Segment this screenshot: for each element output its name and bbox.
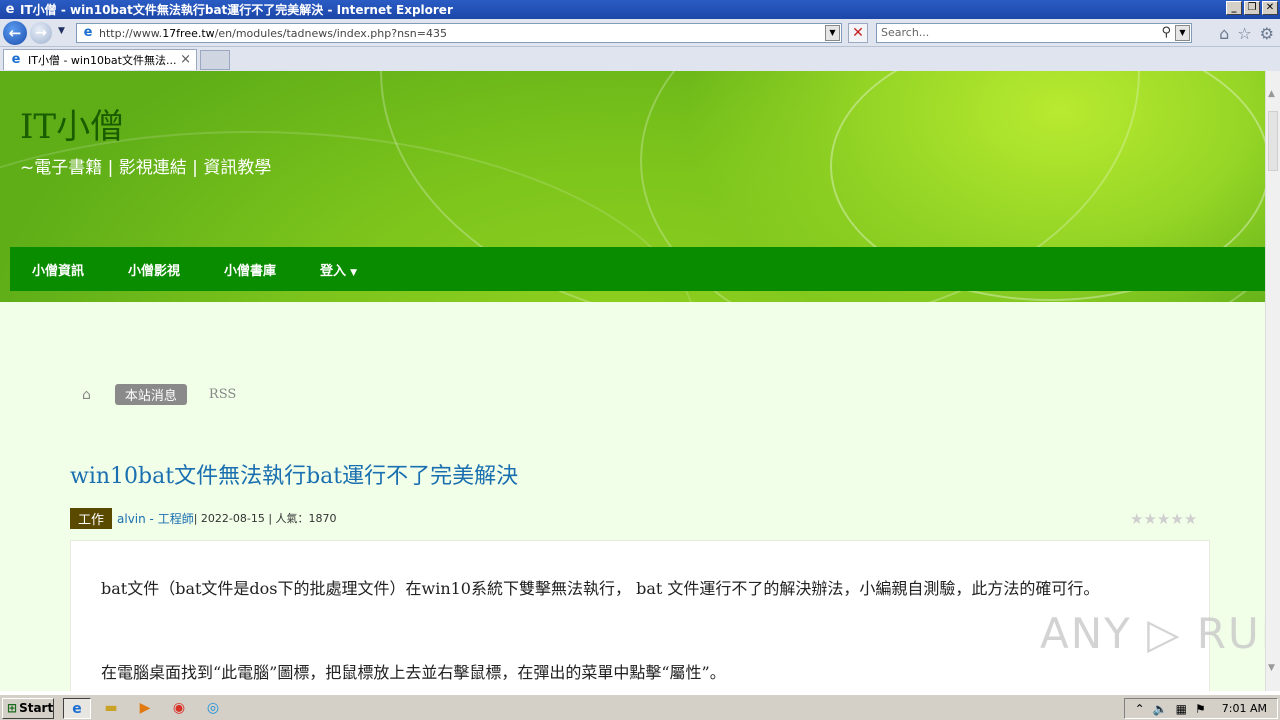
home-icon[interactable]: ⌂: [1219, 24, 1229, 43]
article-info: | 2022-08-15 | 人氣：1870: [193, 512, 337, 525]
page-icon: e: [83, 25, 93, 40]
scrollbar-thumb[interactable]: [1268, 111, 1278, 171]
site-header: IT小僧 ~電子書籍 | 影視連結 | 資訊教學 小僧資訊 小僧影視 小僧書庫 …: [0, 71, 1265, 302]
caret-down-icon: ▼: [350, 267, 357, 278]
author-link[interactable]: alvin - 工程師: [117, 510, 194, 527]
window-controls: _ ❐ ✕: [1226, 1, 1278, 15]
history-dropdown-icon[interactable]: ▼: [58, 26, 65, 36]
web-page: IT小僧 ~電子書籍 | 影視連結 | 資訊教學 小僧資訊 小僧影視 小僧書庫 …: [0, 71, 1265, 691]
chrome-icon: ◉: [172, 700, 186, 716]
site-subtitle: ~電子書籍 | 影視連結 | 資訊教學: [20, 158, 272, 178]
new-tab-button[interactable]: [200, 50, 230, 70]
address-bar[interactable]: e http://www.17free.tw/en/modules/tadnew…: [76, 23, 842, 43]
ie-logo-icon: e: [5, 1, 15, 17]
close-icon: ✕: [852, 25, 864, 41]
restore-button[interactable]: ❐: [1244, 1, 1260, 15]
star-icon[interactable]: ★: [1170, 510, 1183, 528]
taskbar-media-player[interactable]: ▶: [131, 698, 159, 719]
taskbar-edge[interactable]: ◎: [199, 698, 227, 719]
tab-close-icon[interactable]: ×: [180, 52, 191, 67]
network-icon[interactable]: ▦: [1176, 702, 1187, 716]
home-icon[interactable]: ⌂: [82, 387, 91, 403]
article-meta: 工作 alvin - 工程師 | 2022-08-15 | 人氣：1870: [70, 507, 337, 529]
taskbar-apps: e ▬ ▶ ◉ ◎: [63, 698, 227, 719]
media-player-icon: ▶: [139, 700, 151, 716]
site-title[interactable]: IT小僧: [20, 99, 124, 148]
forward-button[interactable]: →: [30, 22, 52, 44]
nav-item-library[interactable]: 小僧書庫: [202, 260, 298, 279]
ie-logo-icon: e: [72, 701, 82, 717]
taskbar-explorer[interactable]: ▬: [97, 698, 125, 719]
scroll-down-icon[interactable]: ▼: [1268, 663, 1275, 673]
system-tray: ⌃ 🔈 ▦ ⚑ 7:01 AM: [1123, 698, 1278, 719]
search-placeholder: Search...: [881, 26, 930, 39]
clock[interactable]: 7:01 AM: [1222, 702, 1267, 715]
windows-logo-icon: ⊞: [7, 701, 18, 715]
scroll-up-icon[interactable]: ▲: [1268, 89, 1275, 99]
tab-current[interactable]: e IT小僧 - win10bat文件無法... ×: [3, 49, 197, 70]
taskbar-chrome[interactable]: ◉: [165, 698, 193, 719]
rating-stars[interactable]: ★★★★★: [1130, 510, 1197, 528]
volume-icon[interactable]: 🔈: [1153, 702, 1168, 716]
taskbar: ⊞ Start e ▬ ▶ ◉ ◎ ⌃ 🔈 ▦ ⚑ 7:01 AM: [0, 694, 1280, 720]
tray-expand-icon[interactable]: ⌃: [1135, 702, 1145, 716]
breadcrumb-rss[interactable]: RSS: [209, 387, 236, 402]
article-paragraph: 在電腦桌面找到“此電腦”圖標，把鼠標放上去並右擊鼠標，在彈出的菜單中點擊“屬性”…: [101, 663, 726, 682]
star-icon[interactable]: ★: [1130, 510, 1143, 528]
article-title[interactable]: win10bat文件無法執行bat運行不了完美解決: [70, 458, 518, 490]
arrow-left-icon: ←: [8, 24, 22, 42]
window-titlebar: e IT小僧 - win10bat文件無法執行bat運行不了完美解決 - Int…: [0, 0, 1280, 19]
toolbar-icons: ⌂ ☆ ⚙: [1219, 24, 1274, 43]
folder-icon: ▬: [104, 700, 118, 716]
back-button[interactable]: ←: [3, 21, 27, 45]
article-paragraph: bat文件（bat文件是dos下的批處理文件）在win10系統下雙擊無法執行， …: [101, 579, 1100, 598]
star-icon[interactable]: ★: [1143, 510, 1156, 528]
breadcrumb-news[interactable]: 本站消息: [114, 384, 187, 405]
search-box[interactable]: Search... ⚲ ▼: [876, 23, 1192, 43]
star-icon[interactable]: ★: [1184, 510, 1197, 528]
main-nav: 小僧資訊 小僧影視 小僧書庫 登入 ▼: [10, 247, 1265, 291]
flag-icon[interactable]: ⚑: [1195, 702, 1206, 716]
window-title: IT小僧 - win10bat文件無法執行bat運行不了完美解決 - Inter…: [20, 3, 453, 17]
arrow-right-icon: →: [35, 25, 47, 41]
tab-strip: e IT小僧 - win10bat文件無法... ×: [0, 47, 1280, 71]
breadcrumb: ⌂ 本站消息 RSS: [82, 384, 236, 405]
stop-button[interactable]: ✕: [848, 23, 868, 43]
star-icon[interactable]: ★: [1157, 510, 1170, 528]
taskbar-ie[interactable]: e: [63, 698, 91, 719]
close-button[interactable]: ✕: [1262, 1, 1278, 15]
gear-icon[interactable]: ⚙: [1260, 24, 1274, 43]
browser-toolbar: ← → ▼ e http://www.17free.tw/en/modules/…: [0, 19, 1280, 47]
nav-item-video[interactable]: 小僧影視: [106, 260, 202, 279]
search-dropdown-icon[interactable]: ▼: [1175, 25, 1190, 41]
category-badge[interactable]: 工作: [70, 507, 113, 529]
nav-item-news[interactable]: 小僧資訊: [10, 260, 106, 279]
page-scrollbar[interactable]: ▲ ▼: [1265, 71, 1280, 691]
address-dropdown-icon[interactable]: ▼: [825, 25, 840, 41]
anyrun-watermark: ANY ▷ RUN: [1040, 609, 1265, 658]
favorites-star-icon[interactable]: ☆: [1237, 24, 1251, 43]
tab-label: IT小僧 - win10bat文件無法...: [28, 54, 177, 67]
edge-icon: ◎: [206, 700, 220, 716]
start-button[interactable]: ⊞ Start: [2, 698, 54, 719]
search-icon[interactable]: ⚲: [1161, 25, 1171, 40]
tab-page-icon: e: [11, 52, 21, 67]
minimize-button[interactable]: _: [1226, 1, 1242, 15]
nav-item-login[interactable]: 登入 ▼: [298, 260, 379, 279]
article-body: bat文件（bat文件是dos下的批處理文件）在win10系統下雙擊無法執行， …: [70, 540, 1210, 691]
address-url[interactable]: http://www.17free.tw/en/modules/tadnews/…: [99, 27, 447, 40]
